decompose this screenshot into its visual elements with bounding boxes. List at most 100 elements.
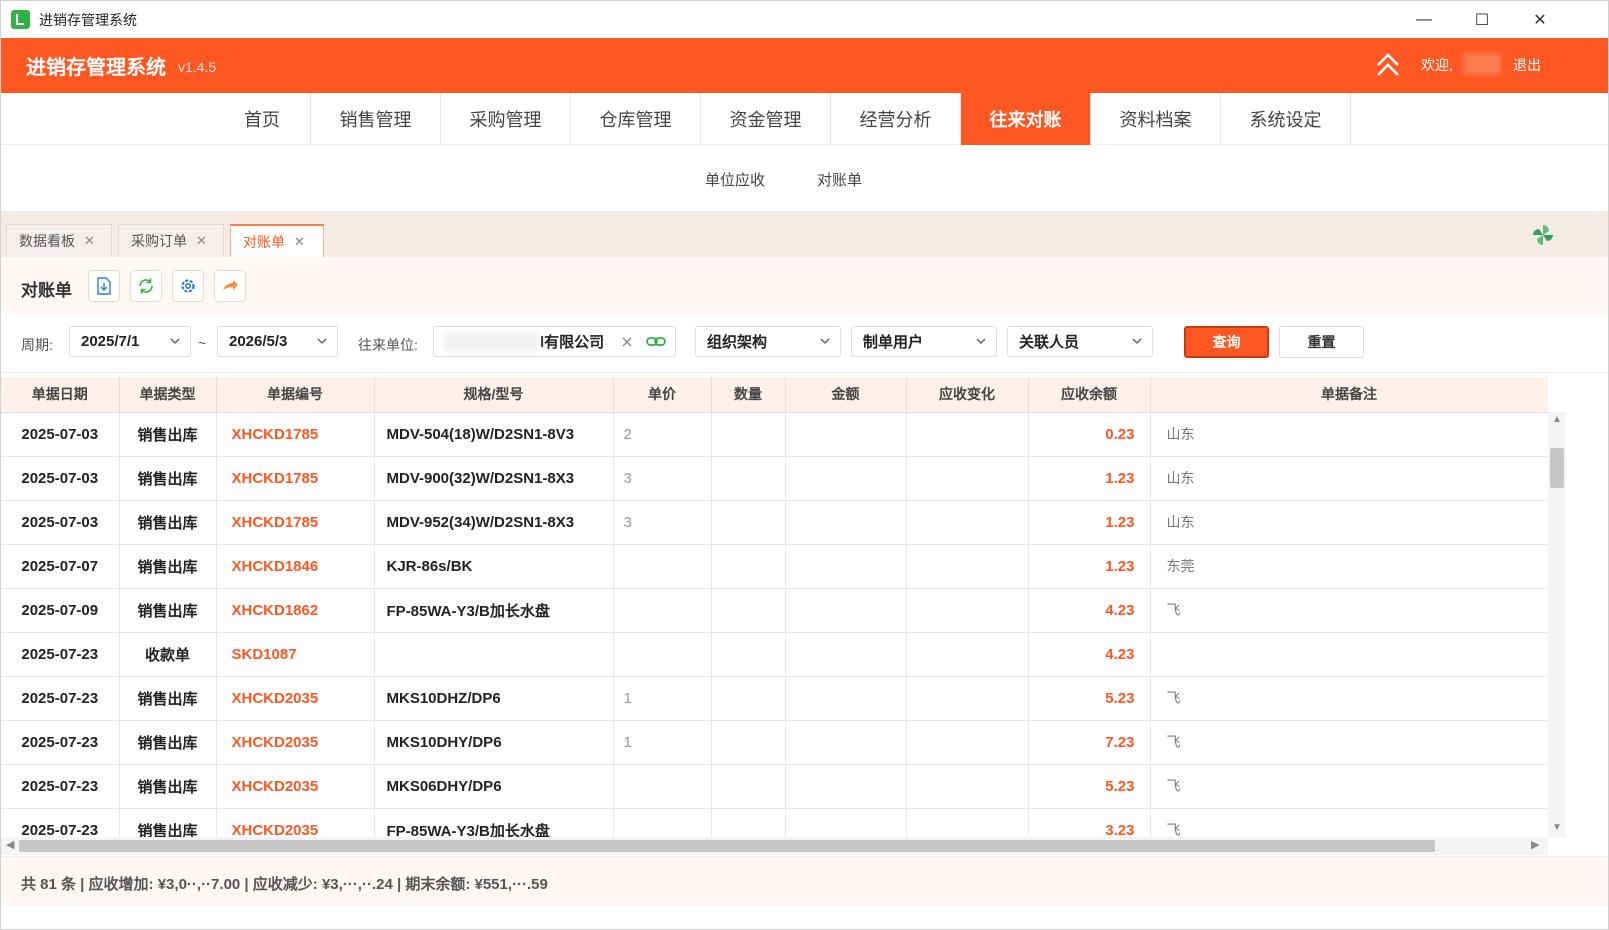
- cell-code[interactable]: XHCKD1846: [216, 544, 375, 589]
- cell-code[interactable]: XHCKD1862: [216, 588, 375, 633]
- cell-date: 2025-07-23: [1, 676, 120, 721]
- table-row[interactable]: 2025-07-03 销售出库 XHCKD1785 MDV-504(18)W/D2SN…: [1, 412, 1548, 457]
- col-header-note[interactable]: 单据备注: [1150, 377, 1548, 413]
- table-row[interactable]: 2025-07-03 销售出库 XHCKD1785 MDV-900(32)W/D2SN…: [1, 456, 1548, 501]
- export-button[interactable]: [88, 270, 120, 302]
- cell-code[interactable]: XHCKD2035: [216, 720, 375, 765]
- cell-code[interactable]: SKD1087: [216, 632, 375, 677]
- cell-code[interactable]: XHCKD2035: [216, 808, 375, 837]
- partner-value: l有限公司: [540, 334, 605, 351]
- col-header-amount[interactable]: 金额: [785, 377, 907, 413]
- share-button[interactable]: [214, 270, 246, 302]
- cell-spec: MKS10DHZ/DP6: [374, 676, 614, 721]
- related-select-value: 关联人员: [1019, 334, 1080, 351]
- settings-button[interactable]: [172, 270, 204, 302]
- subnav-statement[interactable]: 对账单: [817, 169, 862, 190]
- nav-archives[interactable]: 资料档案: [1091, 93, 1221, 145]
- cell-price: [613, 588, 712, 633]
- main-nav: 首页 销售管理 采购管理 仓库管理 资金管理 经营分析 往来对账 资料档案 系统…: [1, 93, 1608, 145]
- gear-icon: [181, 279, 195, 293]
- close-window-button[interactable]: ✕: [1511, 1, 1569, 38]
- cell-code[interactable]: XHCKD2035: [216, 676, 375, 721]
- scroll-up-icon[interactable]: ▲: [1552, 414, 1562, 425]
- close-tab-icon[interactable]: ✕: [196, 233, 207, 249]
- close-tab-icon[interactable]: ✕: [294, 234, 305, 250]
- nav-settings[interactable]: 系统设定: [1221, 93, 1351, 145]
- cell-code[interactable]: XHCKD1785: [216, 500, 375, 545]
- cell-note: 飞: [1150, 588, 1548, 633]
- page-tab-dashboard[interactable]: 数据看板 ✕: [6, 224, 112, 257]
- cell-receivable-balance: 3.23: [1028, 808, 1151, 837]
- sub-nav: 单位应收 对账单: [1, 145, 1608, 211]
- table-row[interactable]: 2025-07-23 销售出库 XHCKD2035 FP-85WA-Y3/B加长水盘 3…: [1, 808, 1548, 837]
- nav-home[interactable]: 首页: [214, 93, 311, 145]
- col-header-price[interactable]: 单价: [613, 377, 712, 413]
- brand-title: 进销存管理系统: [26, 57, 166, 79]
- reset-button[interactable]: 重置: [1279, 326, 1364, 358]
- summary-footer: 共 81 条 | 应收增加: ¥3,0··,··7.00 | 应收减少: ¥3,…: [1, 856, 1608, 906]
- pinwheel-icon[interactable]: [1531, 223, 1555, 247]
- nav-reconciliation[interactable]: 往来对账: [961, 93, 1091, 145]
- horizontal-scroll-thumb[interactable]: [19, 840, 1435, 852]
- link-icon[interactable]: [646, 335, 666, 349]
- org-select[interactable]: 组织架构: [695, 326, 841, 357]
- cell-price: 3: [613, 500, 712, 545]
- scroll-left-icon[interactable]: ◀: [6, 838, 14, 851]
- query-button[interactable]: 查询: [1184, 326, 1269, 358]
- nav-warehouse[interactable]: 仓库管理: [571, 93, 701, 145]
- col-header-type[interactable]: 单据类型: [119, 377, 217, 413]
- vertical-scroll-thumb[interactable]: [1550, 448, 1564, 488]
- subnav-receivables[interactable]: 单位应收: [705, 169, 765, 190]
- table-row[interactable]: 2025-07-23 收款单 SKD1087 4.23: [1, 632, 1548, 677]
- logout-link[interactable]: 退出: [1513, 55, 1541, 75]
- page-tab-statement[interactable]: 对账单 ✕: [230, 224, 324, 257]
- cell-code[interactable]: XHCKD1785: [216, 412, 375, 457]
- table-row[interactable]: 2025-07-09 销售出库 XHCKD1862 FP-85WA-Y3/B加长水盘 4…: [1, 588, 1548, 633]
- table-row[interactable]: 2025-07-23 销售出库 XHCKD2035 MKS06DHY/DP6 5.23 飞: [1, 764, 1548, 809]
- clear-icon[interactable]: [621, 336, 633, 348]
- cell-note: 山东: [1150, 412, 1548, 457]
- collapse-up-icon[interactable]: [1376, 51, 1400, 79]
- horizontal-scrollbar[interactable]: ◀ ▶: [1, 837, 1548, 855]
- nav-finance[interactable]: 资金管理: [701, 93, 831, 145]
- nav-analysis[interactable]: 经营分析: [831, 93, 961, 145]
- nav-sales[interactable]: 销售管理: [311, 93, 441, 145]
- table-row[interactable]: 2025-07-03 销售出库 XHCKD1785 MDV-952(34)W/D2SN…: [1, 500, 1548, 545]
- partner-input[interactable]: l有限公司: [433, 326, 676, 357]
- vertical-scrollbar[interactable]: ▲ ▼: [1548, 412, 1566, 837]
- scroll-down-icon[interactable]: ▼: [1552, 822, 1562, 833]
- col-header-code[interactable]: 单据编号: [216, 377, 375, 413]
- col-header-receivable-balance[interactable]: 应收余额: [1028, 377, 1151, 413]
- cell-date: 2025-07-23: [1, 632, 120, 677]
- cell-date: 2025-07-23: [1, 764, 120, 809]
- cell-receivable-change: [906, 500, 1029, 545]
- cell-note: [1150, 632, 1548, 677]
- summary-text: 共 81 条 | 应收增加: ¥3,0··,··7.00 | 应收减少: ¥3,…: [21, 876, 548, 893]
- refresh-button[interactable]: [130, 270, 162, 302]
- table-row[interactable]: 2025-07-07 销售出库 XHCKD1846 KJR-86s/BK 1.23 东莞: [1, 544, 1548, 589]
- close-tab-icon[interactable]: ✕: [84, 233, 95, 249]
- start-date-picker[interactable]: 2025/7/1: [69, 326, 191, 357]
- cell-receivable-change: [906, 720, 1029, 765]
- col-header-spec[interactable]: 规格/型号: [374, 377, 614, 413]
- related-person-select[interactable]: 关联人员: [1007, 326, 1153, 357]
- table-row[interactable]: 2025-07-23 销售出库 XHCKD2035 MKS10DHZ/DP6 1 5.23…: [1, 676, 1548, 721]
- page-tab-purchase-order[interactable]: 采购订单 ✕: [118, 224, 224, 257]
- col-header-qty[interactable]: 数量: [711, 377, 786, 413]
- cell-qty: [711, 676, 786, 721]
- creator-select[interactable]: 制单用户: [851, 326, 997, 357]
- table-row[interactable]: 2025-07-23 销售出库 XHCKD2035 MKS10DHY/DP6 1 7.23…: [1, 720, 1548, 765]
- cell-receivable-balance: 4.23: [1028, 632, 1151, 677]
- cell-type: 销售出库: [119, 588, 217, 633]
- nav-purchase[interactable]: 采购管理: [441, 93, 571, 145]
- scroll-right-icon[interactable]: ▶: [1531, 838, 1539, 851]
- col-header-receivable-change[interactable]: 应收变化: [906, 377, 1029, 413]
- cell-code[interactable]: XHCKD2035: [216, 764, 375, 809]
- end-date-picker[interactable]: 2026/5/3: [217, 326, 338, 357]
- col-header-date[interactable]: 单据日期: [1, 377, 120, 413]
- minimize-button[interactable]: —: [1395, 1, 1453, 38]
- cell-receivable-balance: 5.23: [1028, 764, 1151, 809]
- cell-note: 飞: [1150, 720, 1548, 765]
- maximize-button[interactable]: ☐: [1453, 1, 1511, 38]
- cell-code[interactable]: XHCKD1785: [216, 456, 375, 501]
